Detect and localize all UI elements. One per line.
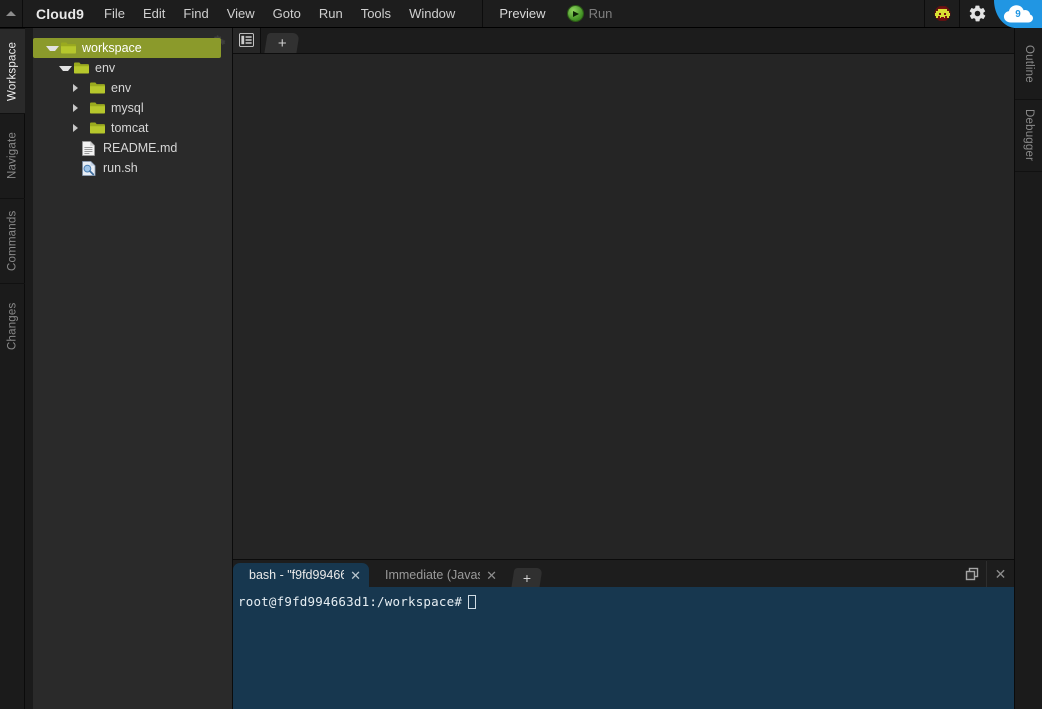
console-tab-bar: bash - "f9fd994663c ✕ Immediate (Javascr… <box>233 559 1014 587</box>
sidebar-item-label: Workspace <box>6 41 19 101</box>
new-console-tab-label: + <box>522 569 532 586</box>
chevron-down-icon[interactable] <box>58 65 72 71</box>
menu-item-view[interactable]: View <box>218 0 264 27</box>
new-editor-tab-label: + <box>277 34 287 52</box>
menu-item-find[interactable]: Find <box>174 0 217 27</box>
tab-list-button[interactable] <box>233 27 261 53</box>
right-sidebar-rail: Outline Debugger <box>1014 28 1042 709</box>
tree-item-label: workspace <box>82 41 142 55</box>
console-maximize-button[interactable] <box>958 561 986 587</box>
tree-item-workspace[interactable]: workspace <box>33 38 221 58</box>
terminal-prompt-line: root@f9fd994663d1:/workspace# <box>238 594 1014 609</box>
cloud9-logo-icon: 9 <box>1003 5 1033 24</box>
space-invader-icon <box>933 6 951 21</box>
cloud9-logo-button[interactable]: 9 <box>994 0 1042 28</box>
tree-item-mysql[interactable]: mysql <box>33 98 233 118</box>
terminal-cursor <box>468 594 477 609</box>
right-rail-accent <box>1014 26 1042 28</box>
editor-region: + bash - "f9fd994663c ✕ Immediate (Javas… <box>233 27 1014 709</box>
new-editor-tab-button[interactable]: + <box>264 33 300 53</box>
menubar-spacer <box>622 0 924 27</box>
sidebar-item-label: Navigate <box>6 132 19 180</box>
folder-icon <box>90 82 107 94</box>
terminal-prompt-text: root@f9fd994663d1:/workspace# <box>238 594 463 609</box>
settings-button[interactable] <box>959 0 994 27</box>
new-console-tab-button[interactable]: + <box>511 568 543 587</box>
run-button[interactable]: Run <box>558 0 623 27</box>
triangle-up-icon <box>6 11 16 16</box>
sidebar-item-label: Changes <box>6 302 19 350</box>
close-icon: ✕ <box>994 566 1007 582</box>
menu-item-edit[interactable]: Edit <box>134 0 174 27</box>
tree-item-label: README.md <box>103 141 178 155</box>
menu-item-window[interactable]: Window <box>400 0 464 27</box>
console-tab-label: bash - "f9fd994663c <box>249 568 345 582</box>
restore-window-icon <box>965 567 979 581</box>
menu-item-goto[interactable]: Goto <box>264 0 310 27</box>
console-panel: bash - "f9fd994663c ✕ Immediate (Javascr… <box>233 559 1014 709</box>
svg-text:9: 9 <box>1015 9 1021 20</box>
close-icon[interactable]: ✕ <box>486 569 497 582</box>
tree-item-run-sh[interactable]: run.sh <box>33 158 233 178</box>
sidebar-item-navigate[interactable]: Navigate <box>0 113 25 198</box>
tree-item-tomcat[interactable]: tomcat <box>33 118 233 138</box>
tree-item-label: mysql <box>111 101 144 115</box>
editor-canvas-empty[interactable] <box>233 54 1014 580</box>
close-icon[interactable]: ✕ <box>350 569 361 582</box>
tree-item-label: env <box>95 61 116 75</box>
collapse-menubar-button[interactable] <box>0 0 23 27</box>
menu-item-tools[interactable]: Tools <box>352 0 400 27</box>
left-sidebar-rail: Workspace Navigate Commands Changes <box>0 28 25 709</box>
sidebar-item-label: Debugger <box>1023 109 1035 162</box>
tab-list-icon <box>239 33 254 47</box>
folder-icon <box>90 122 107 134</box>
folder-icon <box>74 62 91 74</box>
console-tab-label: Immediate (Javascr <box>385 568 480 582</box>
sidebar-item-label: Commands <box>6 210 19 272</box>
menu-bar: Cloud9 File Edit Find View Goto Run Tool… <box>0 0 1042 28</box>
sidebar-item-debugger[interactable]: Debugger <box>1015 100 1042 172</box>
terminal-body[interactable]: root@f9fd994663d1:/workspace# <box>233 587 1014 709</box>
chevron-right-icon[interactable] <box>73 84 86 92</box>
shell-script-file-icon <box>82 160 99 176</box>
folder-icon <box>90 102 107 114</box>
preview-button[interactable]: Preview <box>483 0 557 27</box>
menu-item-run[interactable]: Run <box>310 0 352 27</box>
file-tree-panel: workspace env env mysql tomcat README.md run.s… <box>33 28 233 709</box>
tree-item-readme-md[interactable]: README.md <box>33 138 233 158</box>
markdown-file-icon <box>82 140 99 156</box>
folder-icon <box>61 42 78 54</box>
sidebar-item-changes[interactable]: Changes <box>0 283 25 368</box>
editor-tab-bar: + <box>233 27 1014 54</box>
file-tree: workspace env env mysql tomcat README.md run.s… <box>33 38 233 178</box>
console-close-button[interactable]: ✕ <box>986 561 1014 587</box>
sidebar-item-label: Outline <box>1023 44 1035 83</box>
space-invader-button[interactable] <box>924 0 959 27</box>
brand-cloud9[interactable]: Cloud9 <box>23 0 95 27</box>
tree-item-env[interactable]: env <box>33 58 233 78</box>
sidebar-item-workspace[interactable]: Workspace <box>0 28 25 113</box>
tree-item-env[interactable]: env <box>33 78 233 98</box>
console-tab-bash[interactable]: bash - "f9fd994663c ✕ <box>233 563 369 587</box>
chevron-right-icon[interactable] <box>73 124 86 132</box>
tree-item-label: tomcat <box>111 121 149 135</box>
run-button-label: Run <box>588 6 613 21</box>
play-circle-icon <box>567 6 583 21</box>
tree-item-label: run.sh <box>103 161 138 175</box>
gear-icon <box>969 5 985 22</box>
console-tab-immediate[interactable]: Immediate (Javascr ✕ <box>369 563 505 587</box>
tree-item-label: env <box>111 81 132 95</box>
sidebar-item-outline[interactable]: Outline <box>1015 28 1042 100</box>
sidebar-item-commands[interactable]: Commands <box>0 198 25 283</box>
chevron-down-icon[interactable] <box>45 45 59 51</box>
menu-item-file[interactable]: File <box>95 0 134 27</box>
menubar-right-group: 9 <box>924 0 1042 28</box>
chevron-right-icon[interactable] <box>73 104 86 112</box>
